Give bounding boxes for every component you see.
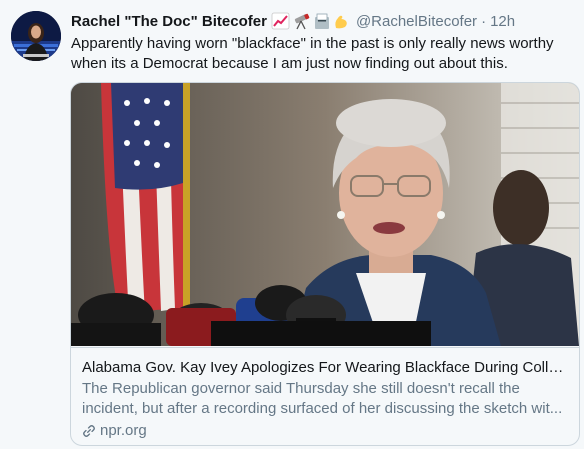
card-title[interactable]: Alabama Gov. Kay Ivey Apologizes For Wea… (82, 358, 568, 378)
telescope-icon (294, 13, 310, 30)
card-image[interactable] (71, 83, 579, 346)
tweet[interactable]: Rachel "The Doc" Bitecofer @RachelBiteco (0, 0, 584, 449)
card-domain-text: npr.org (100, 422, 147, 439)
user-handle[interactable]: @RachelBitecofer (356, 13, 477, 30)
ballot-box-icon (314, 13, 329, 29)
avatar-image (11, 11, 61, 61)
avatar[interactable] (11, 11, 61, 61)
card-description: The Republican governor said Thursday sh… (82, 380, 563, 417)
timestamp[interactable]: 12h (490, 13, 515, 30)
chart-increasing-icon (271, 12, 290, 30)
card-body[interactable]: Alabama Gov. Kay Ivey Apologizes For Wea… (71, 347, 579, 445)
tweet-header: Rachel "The Doc" Bitecofer @RachelBiteco (71, 10, 576, 32)
separator-dot: · (481, 12, 487, 30)
display-name[interactable]: Rachel "The Doc" Bitecofer (71, 13, 267, 30)
link-icon (83, 424, 95, 437)
flexed-biceps-icon (335, 15, 347, 29)
tweet-text: Apparently having worn "blackface" in th… (71, 35, 554, 72)
link-card[interactable]: Alabama Gov. Kay Ivey Apologizes For Wea… (70, 82, 580, 446)
name-emojis (271, 12, 350, 30)
photo-of-speaker-at-microphones-with-flag (71, 83, 579, 346)
card-domain[interactable]: npr.org (82, 422, 568, 439)
